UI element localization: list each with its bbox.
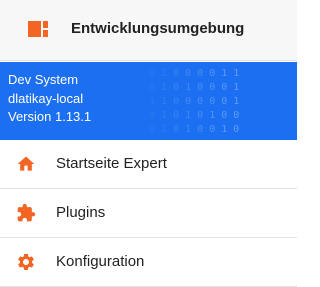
system-label: Dev System: [8, 72, 79, 87]
app-title: Entwicklungsumgebung: [71, 20, 245, 37]
environment-banner: 0 1 0 0 0 0 1 10 1 0 1 0 0 0 11 1 0 0 0 …: [0, 62, 297, 140]
menu-item-startseite-expert[interactable]: Startseite Expert: [0, 140, 297, 189]
app-header: Entwicklungsumgebung: [0, 0, 297, 61]
home-icon: [16, 154, 36, 174]
version-label: Version 1.13.1: [8, 109, 92, 124]
menu-item-label: Startseite Expert: [56, 155, 167, 172]
app-logo-icon[interactable]: [28, 21, 48, 37]
menu-item-label: Konfiguration: [56, 253, 145, 270]
main-menu: Startseite Expert Plugins Konfiguration: [0, 140, 297, 287]
host-label: dlatikay-local: [8, 90, 84, 106]
gear-icon: [16, 252, 36, 272]
puzzle-icon: [16, 203, 36, 223]
navigation-panel: Entwicklungsumgebung 0 1 0 0 0 0 1 10 1 …: [0, 0, 297, 287]
menu-item-konfiguration[interactable]: Konfiguration: [0, 238, 297, 287]
menu-item-label: Plugins: [56, 204, 106, 221]
menu-item-plugins[interactable]: Plugins: [0, 189, 297, 238]
